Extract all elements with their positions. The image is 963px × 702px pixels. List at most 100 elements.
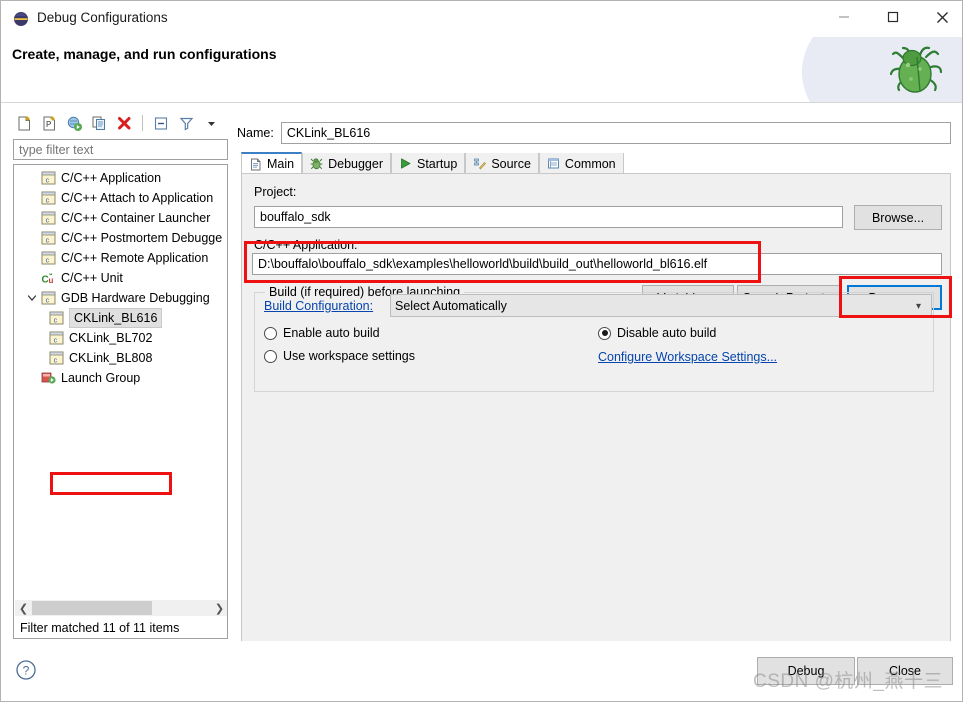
scrollbar-thumb[interactable] [32, 601, 152, 615]
radio-enable-auto-build[interactable]: Enable auto build [264, 326, 380, 340]
tree-item-label: C/C++ Remote Application [61, 251, 209, 265]
close-button[interactable]: Close [857, 657, 953, 685]
cpp-app-icon: c [48, 330, 65, 346]
cpp-app-icon: c [40, 210, 57, 226]
tree-item-label: C/C++ Application [61, 171, 162, 185]
tree-item-label: C/C++ Unit [61, 271, 123, 285]
radio-label: Disable auto build [617, 326, 717, 340]
tab-debugger[interactable]: Debugger [302, 153, 391, 174]
tree-horizontal-scrollbar[interactable]: ❮ ❯ [15, 600, 227, 616]
configurations-tree-panel: P type filter text c C/C++ Application c… [11, 111, 233, 639]
svg-text:c: c [46, 297, 50, 304]
configuration-editor-panel: Name: Main [237, 111, 951, 694]
radio-indicator[interactable] [264, 326, 277, 340]
config-name-input[interactable] [280, 121, 951, 144]
debug-configurations-dialog: Debug Configurations Create, manage, and… [0, 0, 963, 702]
tree-item-cklink-bl702[interactable]: c CKLink_BL702 [14, 328, 227, 348]
dialog-body: P type filter text c C/C++ Application c… [1, 103, 962, 701]
maximize-button[interactable] [870, 1, 916, 33]
cpp-app-icon: c [48, 350, 65, 366]
help-question-icon[interactable]: ? [15, 659, 37, 681]
new-config-icon[interactable] [13, 112, 35, 134]
svg-text:c: c [54, 357, 58, 364]
filter-funnel-icon[interactable] [175, 112, 197, 134]
delete-x-icon[interactable] [113, 112, 135, 134]
eclipse-icon [13, 11, 29, 27]
bug-small-icon [309, 156, 324, 171]
filter-input[interactable] [14, 140, 227, 159]
tab-main[interactable]: Main [241, 152, 303, 174]
build-configuration-select[interactable]: Select Automatically [390, 294, 932, 317]
radio-indicator[interactable] [264, 349, 277, 363]
tab-label: Debugger [328, 156, 383, 171]
debug-button[interactable]: Debug [757, 657, 855, 685]
tree-item-cpp-container-launcher[interactable]: c C/C++ Container Launcher [14, 208, 227, 228]
run-green-icon [398, 156, 413, 171]
source-icon [472, 156, 487, 171]
cpp-app-icon: c [40, 190, 57, 206]
tree-item-cpp-unit[interactable]: C u C/C++ Unit [14, 268, 227, 288]
filter-input-wrap[interactable] [13, 139, 228, 160]
svg-text:c: c [46, 237, 50, 244]
tree-item-cpp-remote-application[interactable]: c C/C++ Remote Application [14, 248, 227, 268]
radio-use-workspace-settings[interactable]: Use workspace settings [264, 349, 415, 363]
radio-disable-auto-build[interactable]: Disable auto build [598, 326, 716, 340]
tree-item-cklink-bl616[interactable]: c CKLink_BL616 [14, 308, 227, 328]
radio-indicator[interactable] [598, 326, 611, 340]
scroll-right-icon[interactable]: ❯ [211, 600, 227, 616]
cpp-app-icon: c [40, 250, 57, 266]
tab-startup[interactable]: Startup [391, 153, 466, 174]
tree-item-label: CKLink_BL808 [69, 351, 153, 365]
tree-item-cpp-attach-to-application[interactable]: c C/C++ Attach to Application [14, 188, 227, 208]
project-browse-button[interactable]: Browse... [854, 205, 942, 230]
collapse-all-icon[interactable] [150, 112, 172, 134]
tab-common[interactable]: Common [538, 153, 624, 174]
close-window-button[interactable] [919, 1, 962, 33]
tree-toolbar: P [11, 111, 235, 135]
duplicate-icon[interactable] [88, 112, 110, 134]
cpp-unit-icon: C u [40, 270, 57, 286]
tree-item-launch-group[interactable]: Launch Group [14, 368, 227, 388]
build-configuration-link[interactable]: Build Configuration: [264, 299, 373, 313]
export-run-icon[interactable] [63, 112, 85, 134]
configure-workspace-settings-link[interactable]: Configure Workspace Settings... [598, 350, 777, 364]
project-input[interactable] [254, 206, 843, 228]
tree-item-gdb-hardware-debugging[interactable]: c GDB Hardware Debugging [14, 288, 227, 308]
svg-text:c: c [54, 317, 58, 324]
document-icon [248, 157, 263, 172]
tree-item-label: C/C++ Postmortem Debugge [61, 231, 223, 245]
dialog-banner: Create, manage, and run configurations [1, 37, 962, 103]
tree-item-label: CKLink_BL702 [69, 331, 153, 345]
bug-icon [886, 43, 944, 99]
svg-text:?: ? [23, 664, 30, 678]
chevron-down-icon[interactable] [200, 112, 222, 134]
tree-item-label: Launch Group [61, 371, 141, 385]
config-name-row: Name: [237, 121, 951, 144]
tree-item-cpp-application[interactable]: c C/C++ Application [14, 168, 227, 188]
svg-text:c: c [46, 217, 50, 224]
tree-item-cklink-bl808[interactable]: c CKLink_BL808 [14, 348, 227, 368]
svg-text:c: c [54, 337, 58, 344]
tab-label: Common [564, 156, 616, 171]
common-icon [546, 156, 561, 171]
window-title: Debug Configurations [37, 10, 168, 25]
tab-label: Startup [417, 156, 458, 171]
tree-item-cpp-postmortem-debugger[interactable]: c C/C++ Postmortem Debugge [14, 228, 227, 248]
title-bar: Debug Configurations [1, 1, 962, 37]
scroll-left-icon[interactable]: ❮ [15, 600, 32, 616]
svg-text:c: c [46, 197, 50, 204]
filter-status-text: Filter matched 11 of 11 items [20, 621, 180, 635]
cpp-application-input[interactable] [252, 253, 942, 275]
new-prototype-icon[interactable]: P [38, 112, 60, 134]
annotation-box-selected-config [50, 472, 172, 495]
tree-items-container: c C/C++ Application c C/C++ Attach to Ap… [14, 168, 227, 388]
tab-source[interactable]: Source [465, 153, 539, 174]
name-label: Name: [237, 125, 274, 140]
toolbar-separator [142, 115, 143, 131]
tree-item-label: C/C++ Container Launcher [61, 211, 211, 225]
chevron-down-icon[interactable] [24, 293, 40, 303]
configurations-tree[interactable]: c C/C++ Application c C/C++ Attach to Ap… [13, 164, 228, 639]
minimize-button[interactable] [821, 1, 867, 33]
tab-label: Main [267, 157, 295, 171]
radio-label: Use workspace settings [283, 349, 416, 363]
